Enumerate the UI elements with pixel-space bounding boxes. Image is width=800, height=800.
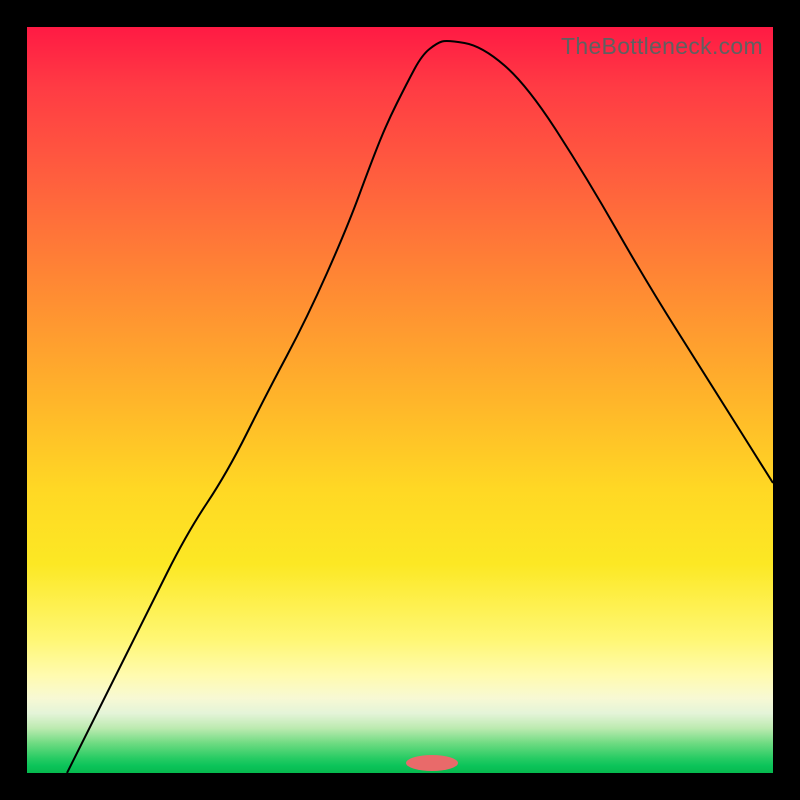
optimum-marker bbox=[27, 27, 773, 773]
watermark-text: TheBottleneck.com bbox=[561, 33, 763, 60]
optimum-pill bbox=[406, 755, 458, 771]
chart-plot-area: TheBottleneck.com bbox=[27, 27, 773, 773]
bottleneck-curve bbox=[27, 27, 773, 773]
curve-path bbox=[67, 41, 773, 773]
